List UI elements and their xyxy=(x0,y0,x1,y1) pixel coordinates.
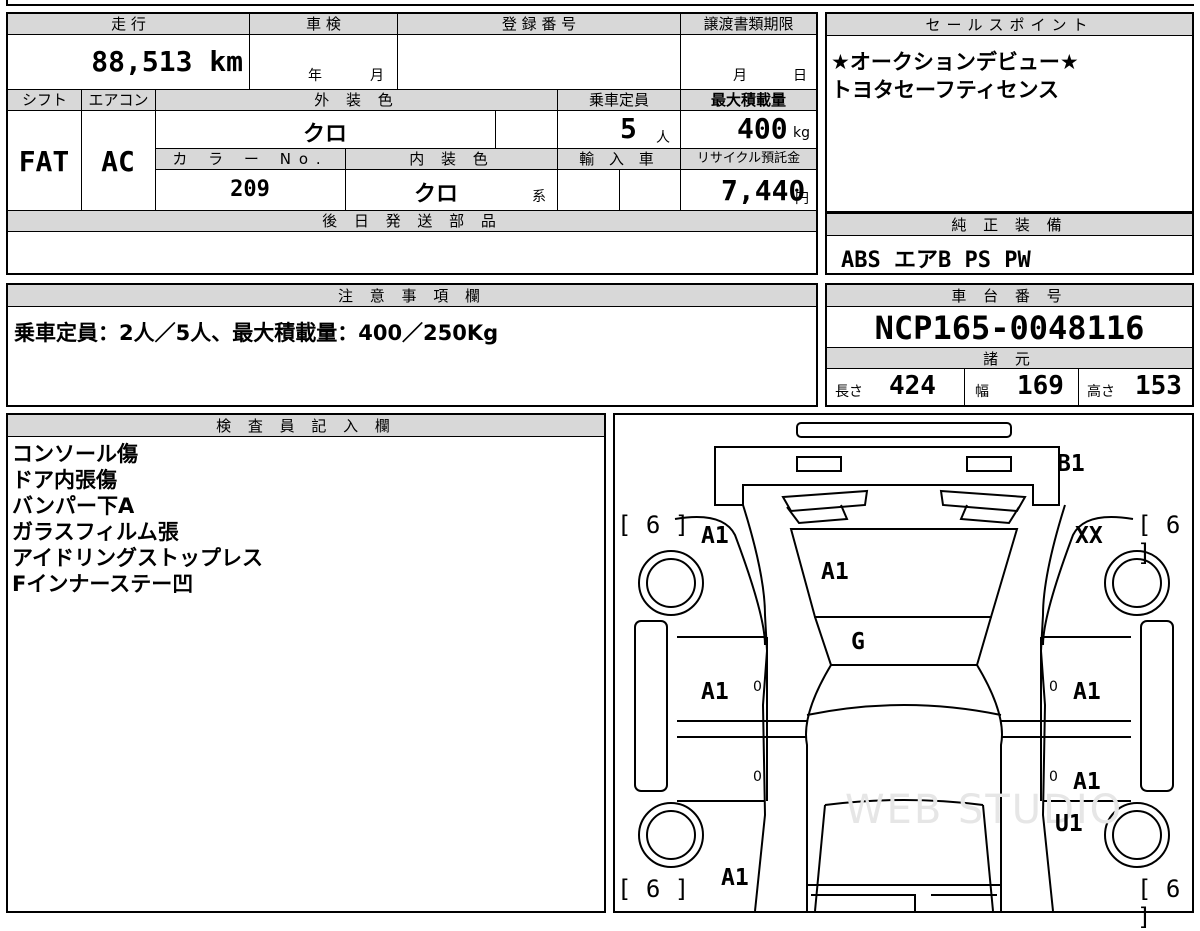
damage-mark: A1 xyxy=(821,559,849,585)
label-mileage: 走 行 xyxy=(8,14,250,35)
genuine-equipment-header: 純 正 装 備 xyxy=(827,214,1192,236)
specs-row: 長さ 424 幅 169 高さ 153 xyxy=(827,369,1192,405)
label-ac: エアコン xyxy=(82,90,156,111)
chassis-header: 車 台 番 号 xyxy=(827,285,1192,307)
ext-color-value: クロ xyxy=(302,122,347,147)
length-label: 長さ xyxy=(835,384,863,400)
label-later-parts: 後 日 発 送 部 品 xyxy=(8,211,816,232)
door-mark: 0 xyxy=(1049,769,1058,785)
vehicle-info-grid: 走 行 車 検 登 録 番 号 譲渡書類期限 88,513 km 年 月 月 日… xyxy=(6,12,818,275)
shaken-year: 年 xyxy=(308,68,322,84)
genuine-equipment-box: 純 正 装 備 ABS エアB PS PW xyxy=(825,212,1194,275)
transfer-day: 日 xyxy=(793,68,807,84)
inspector-notes-list: コンソール傷 ドア内張傷 バンパー下A ガラスフィルム張 アイドリングストップレ… xyxy=(12,441,263,597)
damage-mark: A1 xyxy=(721,865,749,891)
damage-mark: A1 xyxy=(701,523,729,549)
capacity-cell: 5 人 xyxy=(558,111,681,149)
label-capacity: 乗車定員 xyxy=(558,90,681,111)
damage-mark: A1 xyxy=(1073,769,1101,795)
ext-color-extra xyxy=(496,111,558,149)
sales-point-2: トヨタセーフティセンス xyxy=(831,78,1060,102)
recycle-unit: 円 xyxy=(795,191,809,207)
int-color-value: クロ xyxy=(413,182,458,207)
color-no-cell: 209 xyxy=(156,170,346,211)
mileage-value: 88,513 km xyxy=(91,45,243,78)
sales-point-1: ★オークションデビュー★ xyxy=(831,50,1079,74)
damage-mark: B1 xyxy=(1057,451,1085,477)
inspector-note: コンソール傷 xyxy=(12,442,138,466)
damage-mark: A1 xyxy=(1073,679,1101,705)
inspector-box: 検 査 員 記 入 欄 コンソール傷 ドア内張傷 バンパー下A ガラスフィルム張… xyxy=(6,413,606,913)
door-mark: 0 xyxy=(753,679,762,695)
recycle-value: 7,440 xyxy=(721,174,806,207)
label-shaken: 車 検 xyxy=(250,14,398,35)
length-value: 424 xyxy=(889,371,936,401)
max-load-cell: 400 kg xyxy=(681,111,816,149)
label-color-no: カ ラ ー No. xyxy=(156,149,346,170)
notes-header: 注 意 事 項 欄 xyxy=(8,285,816,307)
color-no-value: 209 xyxy=(230,177,270,202)
specs-header: 諸 元 xyxy=(827,347,1192,369)
int-color-suffix: 系 xyxy=(532,189,546,205)
inspector-note: ガラスフィルム張 xyxy=(12,520,179,544)
label-transfer: 譲渡書類期限 xyxy=(681,14,816,35)
chassis-number: NCP165-0048116 xyxy=(874,309,1145,347)
door-mark: 0 xyxy=(753,769,762,785)
label-int-color: 内 装 色 xyxy=(346,149,558,170)
top-strip xyxy=(6,0,1194,6)
max-load-value: 400 xyxy=(737,112,788,145)
label-ext-color: 外 装 色 xyxy=(156,90,558,111)
label-recycle: リサイクル預託金 xyxy=(681,149,816,170)
damage-mark: XX xyxy=(1075,523,1103,549)
tire-tread-rl: [ 6 ] xyxy=(617,875,690,903)
car-outline xyxy=(634,422,1174,911)
height-value: 153 xyxy=(1135,371,1182,401)
inspector-note: バンパー下A xyxy=(12,494,135,518)
inspector-note: ドア内張傷 xyxy=(12,468,117,492)
recycle-cell: 7,440 円 xyxy=(681,170,816,211)
import-cell-a xyxy=(558,170,620,211)
tire-tread-fl: [ 6 ] xyxy=(617,511,690,539)
tire-tread-fr: [ 6 ] xyxy=(1137,511,1181,567)
inspector-header: 検 査 員 記 入 欄 xyxy=(8,415,604,437)
transfer-month: 月 xyxy=(733,68,747,84)
mileage-cell: 88,513 km xyxy=(8,35,250,90)
import-cell-b xyxy=(620,170,681,211)
label-max-load: 最大積載量 xyxy=(681,90,816,111)
label-import: 輸 入 車 xyxy=(558,149,681,170)
width-value: 169 xyxy=(1017,371,1064,401)
damage-mark: U1 xyxy=(1055,811,1083,837)
shaken-month: 月 xyxy=(370,68,384,84)
notes-value: 乗車定員：2人／5人、最大積載量：400／250Kg xyxy=(14,321,499,345)
width-label: 幅 xyxy=(975,384,989,400)
label-shift: シフト xyxy=(8,90,82,111)
ext-color-cell: クロ xyxy=(156,111,496,149)
damage-mark: A1 xyxy=(701,679,729,705)
sales-points-box: セールスポイント ★オークションデビュー★ トヨタセーフティセンス xyxy=(825,12,1194,213)
damage-diagram-box: WEB STUDIO B1 A1 XX A1 G A1 A1 A1 U1 A1 … xyxy=(613,413,1194,931)
shaken-cell: 年 月 xyxy=(250,35,398,90)
inspector-note: アイドリングストップレス xyxy=(12,546,263,570)
genuine-equipment-value: ABS エアB PS PW xyxy=(841,248,1031,273)
ac-cell: AC xyxy=(82,111,156,211)
shift-value: FAT xyxy=(18,145,70,178)
label-reg-no: 登 録 番 号 xyxy=(398,14,681,35)
capacity-value: 5 xyxy=(620,112,637,145)
notes-box: 注 意 事 項 欄 乗車定員：2人／5人、最大積載量：400／250Kg xyxy=(6,283,818,407)
sales-points-list: ★オークションデビュー★ トヨタセーフティセンス xyxy=(831,48,1079,104)
inspector-note: Fインナーステー凹 xyxy=(12,572,194,596)
reg-no-cell xyxy=(398,35,681,90)
capacity-unit: 人 xyxy=(656,130,670,146)
damage-mark: G xyxy=(851,629,865,655)
ac-value: AC xyxy=(101,145,135,178)
max-load-unit: kg xyxy=(793,125,810,141)
transfer-cell: 月 日 xyxy=(681,35,816,90)
int-color-cell: クロ 系 xyxy=(346,170,558,211)
shift-cell: FAT xyxy=(8,111,82,211)
sales-points-header: セールスポイント xyxy=(827,14,1192,36)
height-label: 高さ xyxy=(1087,384,1115,400)
door-mark: 0 xyxy=(1049,679,1058,695)
chassis-box: 車 台 番 号 NCP165-0048116 諸 元 長さ 424 幅 169 … xyxy=(825,283,1194,407)
tire-tread-rr: [ 6 ] xyxy=(1137,875,1181,931)
